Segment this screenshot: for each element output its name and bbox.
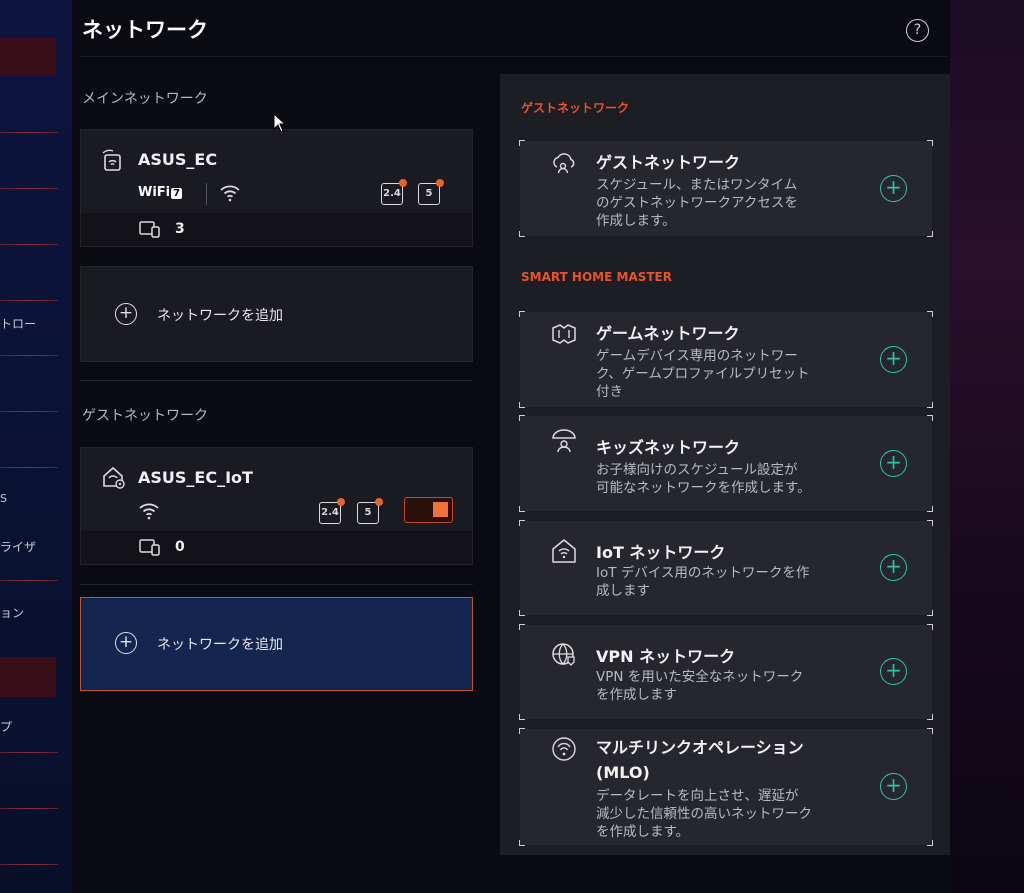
- main-network-footer: 3: [81, 213, 472, 246]
- page-title: ネットワーク: [82, 18, 208, 42]
- option-description: IoT デバイス用のネットワークを作 成します: [596, 565, 810, 599]
- guest-network-device-count: 0: [175, 539, 185, 555]
- option-iot-network[interactable]: IoT ネットワーク IoT デバイス用のネットワークを作 成します +: [519, 520, 933, 616]
- header-divider: [80, 56, 948, 57]
- add-network-label-guest: ネットワークを追加: [157, 637, 283, 653]
- option-description: VPN を用いた安全なネットワーク を作成します: [596, 669, 804, 703]
- sidebar-active-highlight: [0, 38, 56, 76]
- option-guest-network[interactable]: ゲストネットワーク スケジュール、またはワンタイム のゲストネットワークアクセスを…: [519, 140, 933, 237]
- wifi7-icon: WiFi 7: [138, 185, 183, 200]
- option-game-network[interactable]: ゲームネットワーク ゲームデバイス専用のネットワー ク、ゲームプロファイルプリセッ…: [519, 311, 933, 408]
- option-title: マルチリンクオペレーション: [596, 738, 804, 757]
- band-2g-icon[interactable]: 2.4: [319, 498, 345, 524]
- option-description: スケジュール、またはワンタイム のゲストネットワークアクセスを 作成します。: [596, 177, 798, 229]
- sidebar-background: [0, 0, 72, 893]
- cloud-user-icon: [553, 153, 575, 174]
- option-title: キッズネットワーク: [596, 438, 741, 457]
- sidebar-item-2[interactable]: ライザ: [0, 538, 36, 555]
- iot-home-icon: [103, 466, 125, 489]
- smart-home-section-label: SMART HOME MASTER: [521, 270, 672, 284]
- option-kids-network[interactable]: キッズネットワーク お子様向けのスケジュール設定が 可能なネットワークを作成します…: [519, 415, 933, 512]
- add-circle-icon: +: [115, 303, 137, 325]
- add-option-icon[interactable]: +: [880, 658, 907, 685]
- add-option-icon[interactable]: +: [880, 450, 907, 477]
- devices-icon: [139, 221, 160, 238]
- wifi-badge-text: WiFi: [138, 185, 171, 200]
- wifi-icon: [220, 185, 240, 202]
- main-network-card[interactable]: ASUS_EC WiFi 7 2.4 5 3: [80, 129, 473, 247]
- wifi-icon: [139, 503, 159, 520]
- main-network-section-label: メインネットワーク: [82, 91, 208, 107]
- guest-network-ssid: ASUS_EC_IoT: [138, 468, 253, 487]
- option-description: データレートを向上させ、遅延が 減少した信頼性の高いネットワーク を作成します。: [596, 788, 812, 840]
- iot-home-icon: [552, 539, 576, 563]
- sidebar-item-3[interactable]: ョン: [0, 604, 24, 621]
- divider-vertical: [206, 183, 207, 205]
- option-title: ゲームネットワーク: [596, 324, 740, 343]
- sidebar-item-1[interactable]: トロー: [0, 315, 36, 332]
- option-title: ゲストネットワーク: [596, 153, 741, 172]
- guest-network-section-label: ゲストネットワーク: [82, 408, 208, 424]
- mouse-cursor-icon: [273, 113, 287, 133]
- option-mlo[interactable]: マルチリンクオペレーション (MLO) データレートを向上させ、遅延が 減少した信…: [519, 728, 933, 846]
- devices-icon: [139, 539, 160, 556]
- section-divider: [80, 380, 473, 381]
- add-network-button-main[interactable]: + ネットワークを追加: [80, 266, 473, 362]
- add-option-icon[interactable]: +: [880, 773, 907, 800]
- add-option-icon[interactable]: +: [880, 346, 907, 373]
- sidebar-item-s[interactable]: S: [0, 492, 7, 505]
- main-network-ssid: ASUS_EC: [138, 150, 218, 169]
- globe-shield-icon: [552, 643, 575, 666]
- option-vpn-network[interactable]: VPN ネットワーク VPN を用いた安全なネットワーク を作成します +: [519, 624, 933, 720]
- add-option-icon[interactable]: +: [880, 554, 907, 581]
- wifi-badge-version: 7: [171, 188, 183, 199]
- right-edge-background: [950, 0, 1024, 893]
- option-title: VPN ネットワーク: [596, 647, 736, 666]
- band-5g-icon[interactable]: 5: [418, 179, 444, 205]
- guest-network-footer: 0: [81, 531, 472, 564]
- option-title-line2: (MLO): [596, 763, 650, 782]
- multilink-icon: [552, 737, 576, 761]
- option-title: IoT ネットワーク: [596, 543, 726, 562]
- sidebar-item-4[interactable]: プ: [0, 718, 12, 735]
- band-5g-icon[interactable]: 5: [357, 498, 383, 524]
- kids-umbrella-icon: [552, 429, 576, 453]
- help-icon[interactable]: ?: [906, 19, 929, 42]
- guest-network-toggle[interactable]: [404, 497, 453, 523]
- gamepad-icon: [552, 324, 576, 344]
- add-network-button-guest[interactable]: + ネットワークを追加: [80, 597, 473, 691]
- sidebar-active-highlight-2: [0, 657, 56, 697]
- router-icon: [102, 149, 121, 171]
- main-network-device-count: 3: [175, 221, 185, 237]
- option-description: ゲームデバイス専用のネットワー ク、ゲームプロファイルプリセット 付き: [596, 348, 810, 400]
- section-divider: [80, 584, 473, 585]
- add-circle-icon: +: [115, 632, 137, 654]
- option-description: お子様向けのスケジュール設定が 可能なネットワークを作成します。: [596, 462, 811, 496]
- band-2g-icon[interactable]: 2.4: [381, 179, 407, 205]
- add-network-label-main: ネットワークを追加: [157, 308, 283, 324]
- toggle-knob: [433, 502, 448, 517]
- add-option-icon[interactable]: +: [880, 175, 907, 202]
- guest-options-section-label: ゲストネットワーク: [521, 101, 630, 115]
